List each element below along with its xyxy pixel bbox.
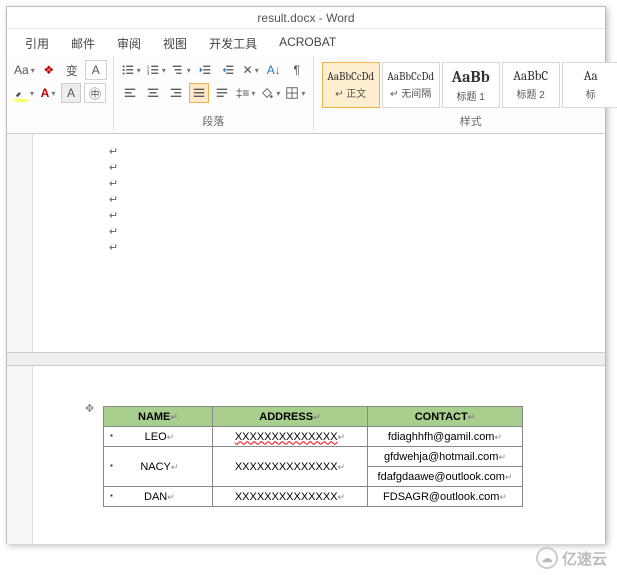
ribbon-tabs: 引用 邮件 审阅 视图 开发工具 ACROBAT <box>7 29 605 56</box>
outdent-icon <box>198 63 212 77</box>
clear-formatting-button[interactable]: ❖ <box>39 60 59 80</box>
align-dist-icon <box>215 86 229 100</box>
phonetic-guide-button[interactable]: 变 <box>62 60 82 80</box>
group-label-styles: 样式 <box>320 110 617 129</box>
page-1: ↵↵↵↵↵↵↵ <box>97 138 527 348</box>
numbering-icon: 123 <box>146 63 160 77</box>
align-justify-button[interactable] <box>189 83 209 103</box>
borders-icon <box>285 86 299 100</box>
style-label: 标题 2 <box>517 86 545 101</box>
table-header-row: NAME↵ ADDRESS↵ CONTACT↵ <box>104 407 523 427</box>
style-label: 标题 1 <box>457 88 485 103</box>
style-3[interactable]: AaBbC 标题 2 <box>502 62 560 108</box>
table-row[interactable]: ▪NACY↵XXXXXXXXXXXXXX↵gfdwehja@hotmail.co… <box>104 447 523 467</box>
highlight-icon <box>14 85 28 99</box>
font-color-button[interactable]: A <box>38 83 58 103</box>
header-address: ADDRESS <box>259 411 313 423</box>
paragraph-marks: ↵↵↵↵↵↵↵ <box>97 138 527 256</box>
align-justify-icon <box>192 86 206 100</box>
style-label: ↵ 正文 <box>335 85 366 100</box>
ribbon-group-font: Aa ❖ 变 A A A ㊥ <box>7 56 114 131</box>
group-label-paragraph: 段落 <box>120 110 307 129</box>
window-title: result.docx - Word <box>257 11 354 25</box>
style-1[interactable]: AaBbCcDd ↵ 无间隔 <box>382 62 440 108</box>
cell-address: XXXXXXXXXXXXXX <box>235 461 338 473</box>
watermark: ☁ 亿速云 <box>536 547 607 569</box>
style-label: ↵ 无间隔 <box>390 85 431 100</box>
align-center-icon <box>146 86 160 100</box>
increase-indent-button[interactable] <box>218 60 238 80</box>
borders-button[interactable] <box>284 83 306 103</box>
cell-address: XXXXXXXXXXXXXX <box>235 491 338 503</box>
group-label-font <box>13 114 107 129</box>
numbering-button[interactable]: 123 <box>145 60 167 80</box>
align-center-button[interactable] <box>143 83 163 103</box>
cell-contact: FDSAGR@outlook.com <box>383 491 499 503</box>
tab-mailings[interactable]: 邮件 <box>71 35 95 52</box>
paint-bucket-icon <box>260 86 274 100</box>
bullets-button[interactable] <box>120 60 142 80</box>
style-preview: AaBbC <box>513 69 548 84</box>
header-contact: CONTACT <box>415 411 468 423</box>
ribbon-group-paragraph: 123 ✕ A↓ ¶ ‡≡ <box>114 56 314 131</box>
style-label: 标 <box>586 86 596 101</box>
change-case-button[interactable]: Aa <box>13 60 36 80</box>
align-left-button[interactable] <box>120 83 140 103</box>
cell-name: NACY <box>140 461 171 473</box>
style-preview: AaBbCcDd <box>327 70 374 83</box>
style-4[interactable]: Aa 标 <box>562 62 617 108</box>
sort-button[interactable]: A↓ <box>264 60 284 80</box>
align-right-icon <box>169 86 183 100</box>
tab-view[interactable]: 视图 <box>163 35 187 52</box>
style-preview: AaBb <box>452 68 490 86</box>
shading-button[interactable] <box>259 83 281 103</box>
align-left-icon <box>123 86 137 100</box>
align-right-button[interactable] <box>166 83 186 103</box>
tab-acrobat[interactable]: ACROBAT <box>279 35 336 52</box>
enclose-characters-button[interactable]: ㊥ <box>84 83 106 103</box>
multilevel-icon <box>171 63 185 77</box>
cell-contact: fdiaghhfh@gamil.com <box>388 431 495 443</box>
vertical-ruler <box>7 134 33 544</box>
document-area[interactable]: ↵↵↵↵↵↵↵ ✥ NAME↵ ADDRESS↵ CONTACT↵ ▪LEO↵X… <box>7 134 605 544</box>
watermark-text: 亿速云 <box>562 548 607 569</box>
style-preview: AaBbCcDd <box>387 70 434 83</box>
title-bar: result.docx - Word <box>7 7 605 29</box>
cell-name: LEO <box>145 431 167 443</box>
paragraph-marks-button[interactable]: ¶ <box>287 60 307 80</box>
bullets-icon <box>121 63 135 77</box>
asian-layout-button[interactable]: ✕ <box>241 60 261 80</box>
page-2: NAME↵ ADDRESS↵ CONTACT↵ ▪LEO↵XXXXXXXXXXX… <box>97 366 527 507</box>
word-window: result.docx - Word 引用 邮件 审阅 视图 开发工具 ACRO… <box>6 6 606 544</box>
line-spacing-button[interactable]: ‡≡ <box>235 83 257 103</box>
character-shading-button[interactable]: A <box>61 83 81 103</box>
tab-developer[interactable]: 开发工具 <box>209 35 257 52</box>
align-distributed-button[interactable] <box>212 83 232 103</box>
tab-review[interactable]: 审阅 <box>117 35 141 52</box>
indent-icon <box>221 63 235 77</box>
cell-name: DAN <box>144 491 167 503</box>
tab-references[interactable]: 引用 <box>25 35 49 52</box>
style-0[interactable]: AaBbCcDd ↵ 正文 <box>322 62 380 108</box>
table-row[interactable]: ▪DAN↵XXXXXXXXXXXXXX↵FDSAGR@outlook.com↵ <box>104 487 523 507</box>
cell-contact: gfdwehja@hotmail.com <box>384 451 499 463</box>
style-preview: Aa <box>584 69 598 84</box>
cell-address: XXXXXXXXXXXXXX <box>235 431 338 443</box>
style-2[interactable]: AaBb 标题 1 <box>442 62 500 108</box>
ribbon: Aa ❖ 变 A A A ㊥ 123 <box>7 56 605 134</box>
watermark-logo-icon: ☁ <box>536 547 558 569</box>
decrease-indent-button[interactable] <box>195 60 215 80</box>
table-row[interactable]: ▪LEO↵XXXXXXXXXXXXXX↵fdiaghhfh@gamil.com↵ <box>104 427 523 447</box>
page-break-gap <box>7 352 605 366</box>
svg-text:3: 3 <box>147 71 150 76</box>
header-name: NAME <box>138 411 170 423</box>
highlight-button[interactable] <box>13 83 35 103</box>
multilevel-list-button[interactable] <box>170 60 192 80</box>
cell-contact: fdafgdaawe@outlook.com <box>378 471 505 483</box>
character-border-button[interactable]: A <box>85 60 107 80</box>
ribbon-group-styles: AaBbCcDd ↵ 正文 AaBbCcDd ↵ 无间隔 AaBb 标题 1 AaBbC 标题… <box>314 56 617 131</box>
data-table[interactable]: NAME↵ ADDRESS↵ CONTACT↵ ▪LEO↵XXXXXXXXXXX… <box>103 406 523 507</box>
table-anchor-icon[interactable]: ✥ <box>85 402 94 415</box>
